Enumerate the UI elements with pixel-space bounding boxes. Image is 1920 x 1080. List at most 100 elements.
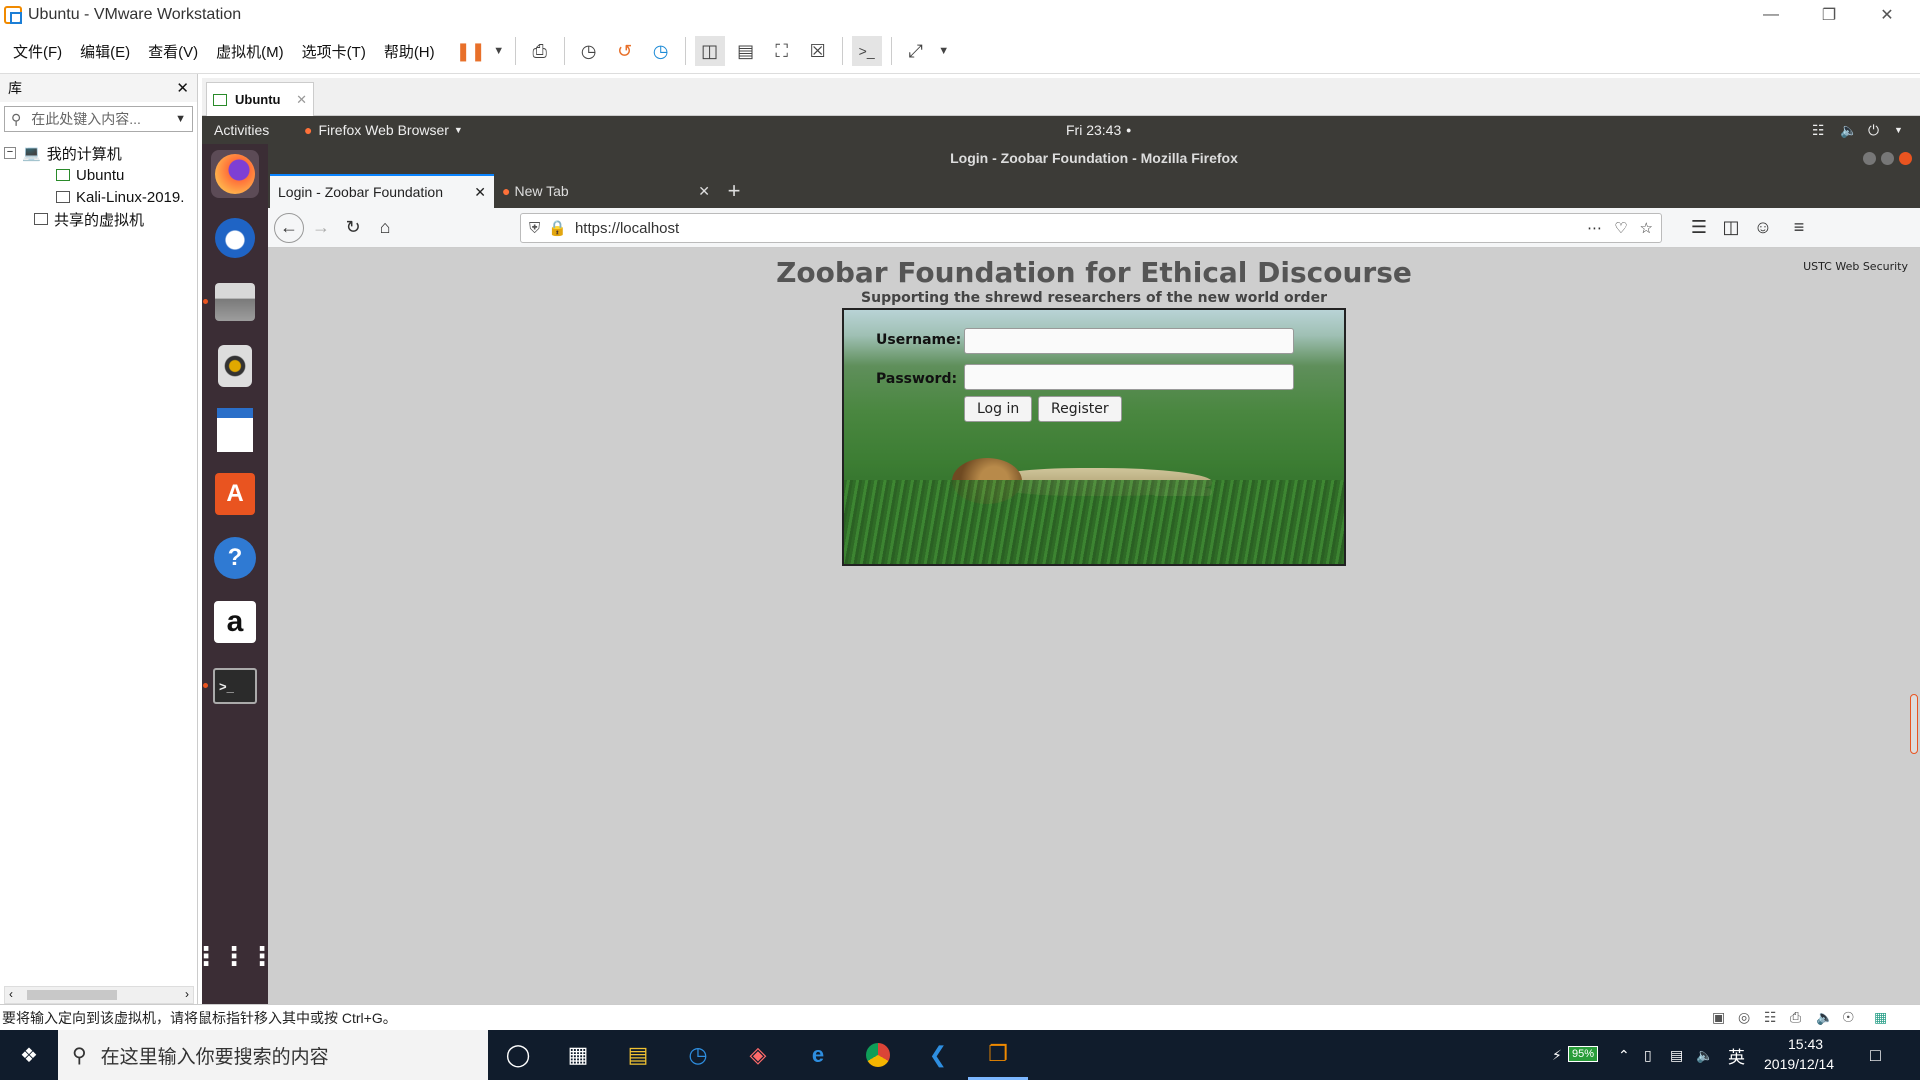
- dock-writer-icon[interactable]: [211, 406, 259, 454]
- hdd-icon[interactable]: ▣: [1712, 1009, 1725, 1026]
- dock-software-icon[interactable]: A: [211, 470, 259, 518]
- ime-indicator[interactable]: 英: [1728, 1043, 1745, 1068]
- menu-view[interactable]: 查看(V): [139, 41, 207, 62]
- library-search-input[interactable]: ⚲ 在此处键入内容... ▼: [4, 106, 193, 132]
- reload-button[interactable]: ↻: [338, 213, 368, 243]
- network-icon[interactable]: ☷: [1812, 122, 1825, 139]
- close-tab-icon[interactable]: ✕: [698, 183, 710, 200]
- printer-icon[interactable]: ⎙: [1790, 1009, 1801, 1026]
- vmware-taskbar-icon[interactable]: ❐: [968, 1030, 1028, 1080]
- activities-button[interactable]: Activities: [214, 122, 304, 138]
- cdrom-icon[interactable]: ◎: [1738, 1009, 1750, 1026]
- show-hidden-icons-icon[interactable]: ⌃: [1618, 1047, 1630, 1064]
- tab-new-tab[interactable]: ● New Tab ✕: [494, 174, 718, 208]
- page-scrollbar[interactable]: [1910, 694, 1918, 754]
- usb-icon[interactable]: ☉: [1842, 1009, 1855, 1026]
- tree-node-ubuntu[interactable]: Ubuntu: [4, 164, 193, 186]
- maximize-icon[interactable]: [1881, 151, 1894, 165]
- ubuntu-guest-display[interactable]: Activities ● Firefox Web Browser ▼ Fri 2…: [202, 116, 1920, 1004]
- file-explorer-icon[interactable]: ▤: [608, 1030, 668, 1080]
- tree-node-kali[interactable]: Kali-Linux-2019.: [4, 186, 193, 208]
- chevron-down-icon[interactable]: ▼: [492, 36, 506, 66]
- chevron-down-icon[interactable]: ▼: [937, 36, 951, 66]
- chevron-down-icon[interactable]: ▼: [1894, 125, 1903, 135]
- vm-tab-ubuntu[interactable]: Ubuntu ✕: [206, 82, 314, 116]
- minimize-icon[interactable]: [1863, 151, 1876, 165]
- library-horizontal-scrollbar[interactable]: ‹ ›: [4, 986, 194, 1004]
- password-input[interactable]: [964, 364, 1294, 390]
- chrome-icon[interactable]: [848, 1030, 908, 1080]
- taskbar-time[interactable]: 15:43: [1788, 1036, 1823, 1052]
- forward-button[interactable]: →: [306, 213, 336, 243]
- close-tab-icon[interactable]: ✕: [474, 184, 486, 201]
- volume-tray-icon[interactable]: 🔈: [1696, 1047, 1713, 1064]
- tree-node-shared[interactable]: 共享的虚拟机: [4, 208, 193, 230]
- snapshot-icon[interactable]: ◷: [574, 36, 604, 66]
- collapse-icon[interactable]: −: [4, 147, 16, 159]
- menu-vm[interactable]: 虚拟机(M): [207, 41, 293, 62]
- dock-amazon-icon[interactable]: a: [211, 598, 259, 646]
- battery-icon[interactable]: ▯: [1644, 1047, 1652, 1064]
- tree-node-my-computer[interactable]: − 💻 我的计算机: [4, 142, 193, 164]
- restore-button[interactable]: ❐: [1800, 0, 1858, 29]
- message-log-icon[interactable]: ▦: [1874, 1009, 1887, 1026]
- dock-firefox-icon[interactable]: [211, 150, 259, 198]
- power-plug-icon[interactable]: ⚡: [1552, 1047, 1562, 1064]
- menu-file[interactable]: 文件(F): [4, 41, 71, 62]
- sound-icon[interactable]: 🔈: [1816, 1009, 1833, 1026]
- close-icon[interactable]: ✕: [176, 79, 189, 97]
- show-library-icon[interactable]: ◫: [694, 36, 725, 66]
- clock[interactable]: Fri 23:43: [1066, 122, 1121, 138]
- close-button[interactable]: ✕: [1858, 0, 1916, 29]
- sidebar-icon[interactable]: ◫: [1716, 213, 1746, 243]
- new-tab-button[interactable]: +: [718, 174, 750, 208]
- revert-snapshot-icon[interactable]: ↺: [610, 36, 640, 66]
- chevron-down-icon[interactable]: ▼: [175, 113, 186, 125]
- minimize-button[interactable]: —: [1742, 0, 1800, 29]
- send-ctrl-alt-del-icon[interactable]: ⎙: [525, 36, 555, 66]
- lock-icon[interactable]: 🔒: [548, 219, 567, 237]
- menu-edit[interactable]: 编辑(E): [71, 41, 139, 62]
- scroll-right-icon[interactable]: ›: [185, 987, 189, 1001]
- network-tray-icon[interactable]: ▤: [1670, 1047, 1683, 1064]
- vscode-icon[interactable]: ❮: [908, 1030, 968, 1080]
- url-bar[interactable]: ⛨ 🔒 https://localhost ⋯ ♡ ☆: [520, 213, 1662, 243]
- register-button[interactable]: Register: [1038, 396, 1122, 422]
- thumbnail-bar-icon[interactable]: ▤: [731, 36, 761, 66]
- dock-thunderbird-icon[interactable]: [211, 214, 259, 262]
- windows-start-icon[interactable]: ❖: [0, 1030, 58, 1080]
- paint-app-icon[interactable]: ◈: [728, 1030, 788, 1080]
- dock-rhythmbox-icon[interactable]: [211, 342, 259, 390]
- notifications-icon[interactable]: □: [1870, 1045, 1881, 1066]
- chevron-down-icon[interactable]: ▼: [454, 125, 463, 135]
- taskbar-date[interactable]: 2019/12/14: [1764, 1056, 1834, 1072]
- dock-help-icon[interactable]: ?: [211, 534, 259, 582]
- close-icon[interactable]: ✕: [296, 92, 307, 108]
- scrollbar-thumb[interactable]: [27, 990, 117, 1000]
- app-menu[interactable]: Firefox Web Browser: [318, 122, 448, 138]
- menu-help[interactable]: 帮助(H): [375, 41, 444, 62]
- volume-icon[interactable]: 🔈: [1840, 122, 1857, 139]
- tracking-shield-icon[interactable]: ⛨: [529, 220, 540, 237]
- scroll-left-icon[interactable]: ‹: [9, 987, 13, 1001]
- tab-login[interactable]: Login - Zoobar Foundation ✕: [270, 174, 494, 208]
- pause-icon[interactable]: ❚❚: [456, 36, 486, 66]
- menu-tabs[interactable]: 选项卡(T): [293, 41, 375, 62]
- dock-files-icon[interactable]: [203, 278, 259, 326]
- battery-badge[interactable]: 95%: [1568, 1046, 1599, 1062]
- page-actions-icon[interactable]: ⋯: [1587, 219, 1602, 237]
- cortana-icon[interactable]: ◯: [488, 1030, 548, 1080]
- taskbar-search-box[interactable]: ⚲ 在这里输入你要搜索的内容: [58, 1030, 488, 1080]
- show-applications-icon[interactable]: ⋮⋮⋮: [202, 932, 275, 980]
- power-icon[interactable]: ⏻: [1868, 122, 1879, 139]
- clock-app-icon[interactable]: ◷: [668, 1030, 728, 1080]
- library-icon[interactable]: ☰: [1684, 213, 1714, 243]
- pocket-icon[interactable]: ♡: [1614, 219, 1627, 237]
- edge-icon[interactable]: e: [788, 1030, 848, 1080]
- account-icon[interactable]: ☺: [1748, 213, 1778, 243]
- stretch-icon[interactable]: ⤢: [901, 36, 931, 66]
- close-icon[interactable]: [1899, 151, 1912, 165]
- username-input[interactable]: [964, 328, 1294, 354]
- unity-icon[interactable]: ☒: [803, 36, 833, 66]
- dock-terminal-icon[interactable]: >_: [203, 662, 259, 710]
